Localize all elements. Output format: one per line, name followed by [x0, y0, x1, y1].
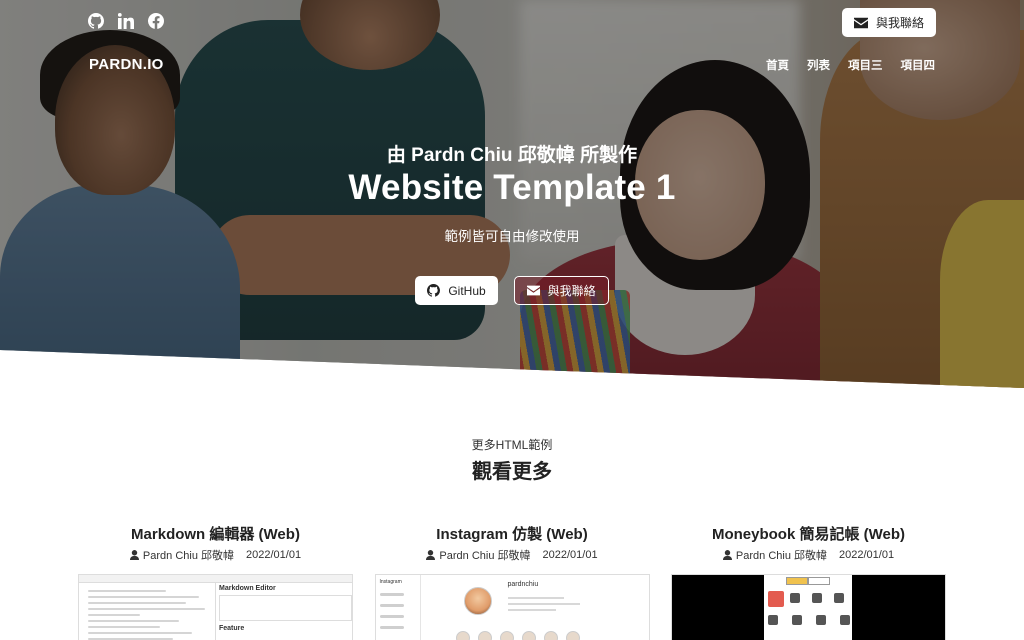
hero-subtitle: 由 Pardn Chiu 邱敬幃 所製作 [386, 145, 638, 166]
card-date: 2022/01/01 [839, 549, 895, 561]
nav-item-item3[interactable]: 項目三 [848, 57, 883, 73]
project-card-instagram[interactable]: Instagram 仿製 (Web) Pardn Chiu 邱敬幃 2022/0… [374, 523, 650, 640]
contact-button-hero-label: 與我聯絡 [547, 284, 596, 298]
card-thumbnail[interactable]: Instagram pardnchiu [374, 574, 650, 640]
card-meta: Pardn Chiu 邱敬幃 2022/01/01 [671, 547, 946, 563]
brand-logo[interactable]: PARDN.IO [89, 56, 164, 73]
card-title[interactable]: Markdown 編輯器 (Web) [78, 523, 353, 543]
project-card-moneybook[interactable]: Moneybook 簡易記帳 (Web) Pardn Chiu 邱敬幃 2022… [671, 523, 946, 640]
github-icon [427, 284, 441, 297]
card-thumbnail[interactable] [671, 574, 946, 640]
github-icon[interactable] [88, 13, 104, 29]
card-meta: Pardn Chiu 邱敬幃 2022/01/01 [78, 547, 353, 563]
thumbnail-preview-pane: Markdown Editor Feature [219, 585, 352, 632]
card-author: Pardn Chiu 邱敬幃 [142, 550, 235, 562]
user-icon [426, 550, 436, 560]
thumbnail-editor-pane [79, 583, 216, 640]
social-links [88, 13, 164, 29]
preview-heading: Markdown Editor [219, 585, 276, 592]
avatar [463, 587, 492, 615]
hero-banner: 與我聯絡 PARDN.IO 首頁 列表 項目三 項目四 由 Pardn Chiu… [0, 0, 1024, 388]
card-author: Pardn Chiu 邱敬幃 [735, 550, 828, 562]
card-thumbnail[interactable]: Markdown Editor Feature [78, 574, 353, 640]
envelope-icon [526, 285, 540, 296]
project-cards: Markdown 編輯器 (Web) Pardn Chiu 邱敬幃 2022/0… [78, 523, 946, 640]
section-title: 觀看更多 [472, 461, 552, 483]
project-card-markdown[interactable]: Markdown 編輯器 (Web) Pardn Chiu 邱敬幃 2022/0… [78, 523, 353, 640]
contact-button-label: 與我聯絡 [875, 16, 924, 30]
preview-logo: Instagram [379, 579, 402, 585]
thumbnail-sidebar: Instagram [376, 575, 421, 640]
card-title[interactable]: Moneybook 簡易記帳 (Web) [671, 523, 946, 543]
thumbnail-toolbar [79, 575, 352, 583]
main-nav: 首頁 列表 項目三 項目四 [766, 57, 935, 73]
hero-description: 範例皆可自由修改使用 [444, 229, 580, 244]
card-date: 2022/01/01 [246, 549, 302, 561]
thumbnail-stories [455, 631, 580, 640]
nav-item-item4[interactable]: 項目四 [901, 57, 936, 73]
preview-feature: Feature [219, 625, 245, 632]
contact-button-hero[interactable]: 與我聯絡 [513, 276, 609, 305]
nav-item-list[interactable]: 列表 [807, 57, 830, 73]
hero-title: Website Template 1 [348, 168, 676, 207]
user-icon [129, 550, 139, 560]
section-subtitle: 更多HTML範例 [471, 438, 553, 452]
linkedin-icon[interactable] [118, 13, 134, 29]
contact-button-top[interactable]: 與我聯絡 [841, 8, 936, 37]
github-button-label: GitHub [448, 283, 486, 298]
nav-item-home[interactable]: 首頁 [766, 57, 789, 73]
user-icon [722, 550, 732, 560]
thumbnail-phone-screen [764, 575, 852, 640]
envelope-icon [853, 17, 868, 28]
hero-buttons: GitHub 與我聯絡 [0, 276, 1024, 305]
card-meta: Pardn Chiu 邱敬幃 2022/01/01 [375, 547, 650, 563]
card-title[interactable]: Instagram 仿製 (Web) [375, 523, 650, 543]
card-author: Pardn Chiu 邱敬幃 [439, 550, 531, 562]
github-button[interactable]: GitHub [415, 276, 498, 305]
preview-username: pardnchiu [507, 581, 539, 588]
card-date: 2022/01/01 [542, 549, 598, 561]
facebook-icon[interactable] [148, 13, 164, 29]
